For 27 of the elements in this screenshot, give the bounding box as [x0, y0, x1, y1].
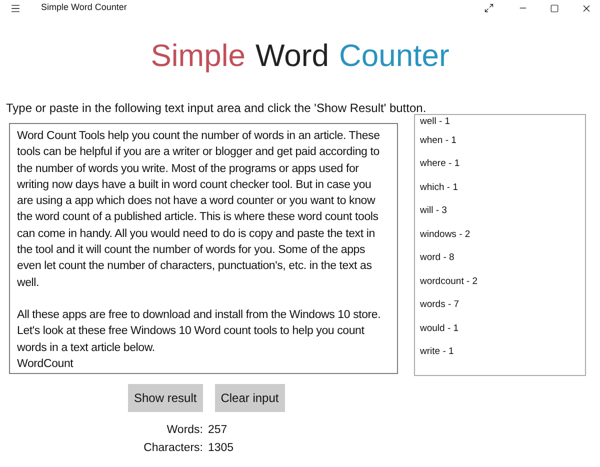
word-count-item: which - 1 [420, 180, 458, 195]
stat-label: Characters: [142, 441, 203, 455]
close-icon[interactable] [581, 2, 592, 14]
show-result-button[interactable]: Show result [128, 384, 203, 412]
word-count-item: when - 1 [420, 134, 456, 148]
word-count-item: where - 1 [420, 157, 460, 172]
app-heading: Counter [338, 36, 450, 75]
word-count-item: will - 3 [420, 204, 447, 218]
word-count-item: windows - 2 [420, 228, 470, 242]
clear-input-button[interactable]: Clear input [214, 384, 285, 412]
word-count-item: word - 8 [420, 251, 454, 266]
stat-value: 1305 [208, 441, 234, 455]
expand-icon[interactable] [484, 3, 494, 13]
menu-icon[interactable] [10, 2, 21, 14]
maximize-icon[interactable] [550, 4, 559, 12]
window-title: Simple Word Counter [41, 1, 127, 14]
word-count-item: wordcount - 2 [420, 274, 478, 289]
word-count-item: would - 1 [420, 322, 459, 336]
stat-value: 257 [208, 423, 228, 437]
stat-label: Words: [166, 423, 203, 437]
text-input-area[interactable]: Word Count Tools help you count the number of words in an article. These tools can be helpful if you are a writer or blogger and get paid according to the number of words you write. Most of the programs or apps used for writing now days have a built in word count checker tool. But in case you are using a app which does not have a word counter or you want to know the word count of a published article. This is where these word count tools can come in handy. All you would need to do is copy and paste the text in the tool and it will count the number of words for you. Some of the apps even let count the number of characters, punctuation's, etc. in the text as well. All these apps are free to download and install from the Windows 10 store. Let's look at these free Windows 10 Word count tools to help you count words in a text article below. WordCount [9, 123, 398, 374]
word-count-item: well - 1 [420, 115, 450, 129]
app-heading: Simple [150, 36, 246, 75]
app-heading: Word [255, 36, 329, 75]
word-count-item: write - 1 [420, 345, 454, 360]
instruction-text: Type or paste in the following text input area and click the 'Show Result' button. [6, 101, 426, 115]
word-count-item: words - 7 [420, 298, 460, 312]
